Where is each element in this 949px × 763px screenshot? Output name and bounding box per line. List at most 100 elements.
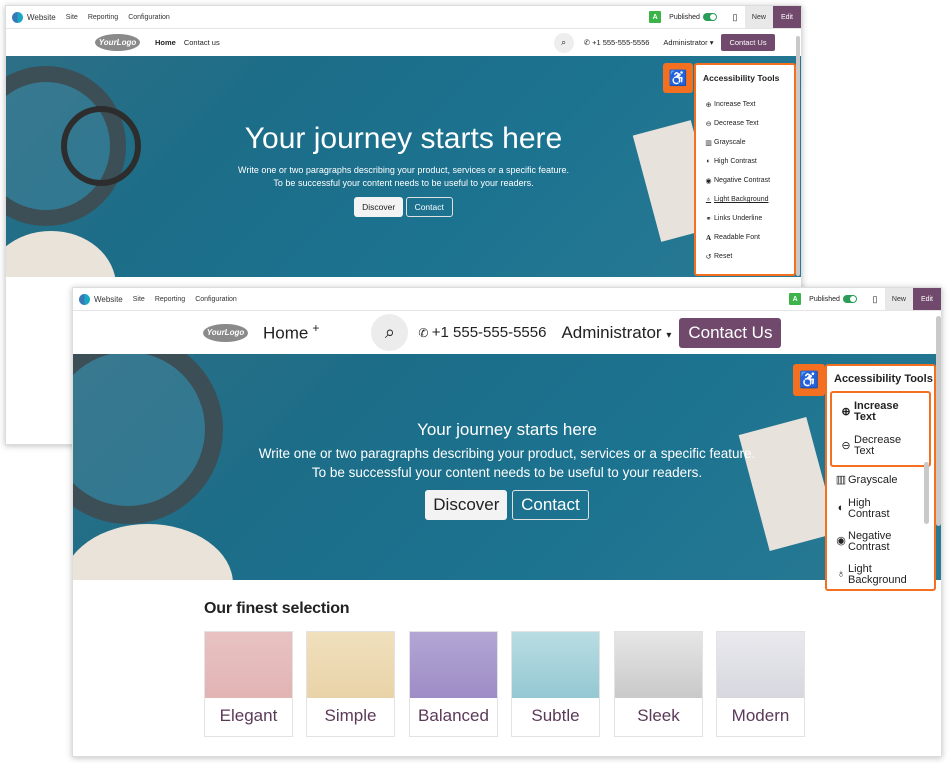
contact-button[interactable]: Contact bbox=[405, 197, 453, 217]
site-logo[interactable]: YourLogo bbox=[203, 323, 248, 342]
link-icon: ⚭ bbox=[705, 215, 712, 223]
barcode-icon: ▥ bbox=[835, 474, 847, 486]
lang-badge[interactable]: A bbox=[649, 11, 662, 23]
light-background-option[interactable]: ♁ Light Background bbox=[703, 190, 794, 209]
product-card[interactable]: Elegant bbox=[204, 631, 293, 737]
zoom-in-icon: ⊕ bbox=[705, 101, 712, 109]
menu-reporting[interactable]: Reporting bbox=[155, 296, 185, 303]
accessibility-panel: Accessibility Tools ⊕ Increase Text ⊖ Decr… bbox=[694, 63, 796, 276]
accessibility-toggle-icon[interactable]: ♿ bbox=[793, 364, 825, 396]
decrease-text-option[interactable]: ⊖ Decrease Text bbox=[838, 429, 929, 463]
discover-button[interactable]: Discover bbox=[425, 490, 508, 520]
grayscale-option[interactable]: ▥ Grayscale bbox=[834, 467, 934, 492]
admin-menu[interactable]: Administrator ▾ bbox=[561, 323, 671, 343]
caret-down-icon: ▾ bbox=[666, 329, 672, 341]
reset-option[interactable]: ↺ Reset bbox=[703, 247, 794, 266]
hero-line-1: Write one or two paragraphs describing y… bbox=[258, 446, 756, 461]
panel-title: Accessibility Tools bbox=[834, 373, 933, 385]
contact-button[interactable]: Contact bbox=[512, 490, 589, 520]
odoo-icon bbox=[79, 293, 90, 305]
nav-contact-us[interactable]: Contact us bbox=[184, 38, 220, 47]
hero-line-2: To be successful your content needs to b… bbox=[311, 465, 703, 480]
new-button[interactable]: New bbox=[884, 288, 913, 310]
edit-button[interactable]: Edit bbox=[912, 288, 941, 310]
mobile-preview-icon[interactable]: ▯ bbox=[865, 294, 885, 305]
menu-reporting[interactable]: Reporting bbox=[88, 14, 118, 21]
readable-font-option[interactable]: A Readable Font bbox=[703, 228, 794, 247]
mobile-preview-icon[interactable]: ▯ bbox=[725, 12, 745, 23]
edit-button[interactable]: Edit bbox=[772, 6, 801, 28]
product-image bbox=[410, 632, 497, 698]
increase-text-option[interactable]: ⊕ Increase Text bbox=[838, 395, 929, 429]
product-image bbox=[307, 632, 394, 698]
product-card[interactable]: Subtle bbox=[511, 631, 600, 737]
light-background-option[interactable]: ♁ Light Background bbox=[834, 558, 934, 591]
product-image bbox=[512, 632, 599, 698]
hero-line-2: To be successful your content needs to b… bbox=[273, 178, 534, 188]
product-image bbox=[205, 632, 292, 698]
published-toggle[interactable]: Published bbox=[809, 295, 857, 303]
product-image bbox=[717, 632, 804, 698]
search-icon[interactable]: ⌕ bbox=[371, 314, 409, 351]
decrease-text-option[interactable]: ⊖ Decrease Text bbox=[703, 114, 794, 133]
bulb-icon: ♁ bbox=[705, 196, 712, 203]
page-scrollbar[interactable] bbox=[936, 316, 941, 526]
menu-site[interactable]: Site bbox=[133, 296, 145, 303]
add-page-icon[interactable]: + bbox=[312, 321, 319, 335]
search-icon[interactable]: ⌕ bbox=[553, 32, 574, 53]
lang-badge[interactable]: A bbox=[789, 293, 802, 305]
contact-us-button[interactable]: Contact Us bbox=[679, 317, 782, 348]
contrast-icon: ◐ bbox=[706, 158, 711, 165]
menu-configuration[interactable]: Configuration bbox=[195, 296, 237, 303]
product-image bbox=[615, 632, 702, 698]
phone-link[interactable]: ✆ +1 555-555-5556 bbox=[418, 324, 546, 341]
site-logo[interactable]: YourLogo bbox=[95, 34, 140, 51]
website-app-logo[interactable]: Website bbox=[73, 293, 123, 305]
negative-contrast-option[interactable]: ◉ Negative Contrast bbox=[834, 525, 934, 558]
page-scrollbar[interactable] bbox=[796, 36, 800, 276]
increase-text-option[interactable]: ⊕ Increase Text bbox=[703, 95, 794, 114]
nav-home[interactable]: Home + bbox=[263, 321, 319, 344]
zoom-in-icon: ⊕ bbox=[841, 405, 851, 418]
contrast-icon: ◐ bbox=[837, 502, 845, 514]
phone-icon: ✆ bbox=[418, 326, 432, 340]
accessibility-toggle-icon[interactable]: ♿ bbox=[663, 63, 693, 93]
published-toggle[interactable]: Published bbox=[669, 13, 717, 21]
reset-icon: ↺ bbox=[705, 253, 712, 261]
highlighted-options: ⊕ Increase Text ⊖ Decrease Text bbox=[830, 391, 931, 467]
accessibility-panel: Accessibility Tools ⊕ Increase Text ⊖ Decr… bbox=[825, 364, 936, 591]
toggle-switch[interactable] bbox=[842, 295, 857, 303]
notepad-image bbox=[73, 524, 233, 580]
hero-line-1: Write one or two paragraphs describing y… bbox=[238, 165, 569, 175]
notepad-image bbox=[6, 231, 116, 277]
negative-contrast-option[interactable]: ◉ Negative Contrast bbox=[703, 171, 794, 190]
links-underline-option[interactable]: ⚭ Links Underline bbox=[703, 209, 794, 228]
editor-topbar: Website Site Reporting Configuration A P… bbox=[6, 6, 801, 29]
foreground-window: Website Site Reporting Configuration A P… bbox=[72, 287, 942, 757]
editor-topbar: Website Site Reporting Configuration A P… bbox=[73, 288, 941, 311]
toggle-switch[interactable] bbox=[702, 13, 717, 21]
high-contrast-option[interactable]: ◐ High Contrast bbox=[834, 492, 934, 525]
product-card[interactable]: Balanced bbox=[409, 631, 498, 737]
product-card[interactable]: Simple bbox=[306, 631, 395, 737]
eye-icon: ◉ bbox=[705, 177, 712, 185]
nav-home[interactable]: Home bbox=[155, 38, 176, 47]
product-card[interactable]: Modern bbox=[716, 631, 805, 737]
phone-link[interactable]: ✆ +1 555-555-5556 bbox=[584, 38, 650, 47]
discover-button[interactable]: Discover bbox=[354, 197, 404, 217]
site-navbar: YourLogo Home Contact us ⌕ ✆ +1 555-555-… bbox=[6, 29, 801, 56]
high-contrast-option[interactable]: ◐ High Contrast bbox=[703, 152, 794, 171]
site-navbar: YourLogo Home + ⌕ ✆ +1 555-555-5556 Admin… bbox=[73, 311, 941, 354]
menu-configuration[interactable]: Configuration bbox=[128, 14, 170, 21]
contact-us-button[interactable]: Contact Us bbox=[721, 34, 775, 51]
admin-menu[interactable]: Administrator ▾ bbox=[663, 38, 713, 47]
new-button[interactable]: New bbox=[744, 6, 773, 28]
product-card[interactable]: Sleek bbox=[614, 631, 703, 737]
barcode-icon: ▥ bbox=[705, 139, 712, 147]
zoom-out-icon: ⊖ bbox=[705, 120, 712, 128]
website-app-logo[interactable]: Website bbox=[6, 11, 56, 23]
menu-site[interactable]: Site bbox=[66, 14, 78, 21]
panel-scrollbar[interactable] bbox=[924, 462, 929, 524]
hero-title: Your journey starts here bbox=[244, 122, 563, 155]
grayscale-option[interactable]: ▥ Grayscale bbox=[703, 133, 794, 152]
